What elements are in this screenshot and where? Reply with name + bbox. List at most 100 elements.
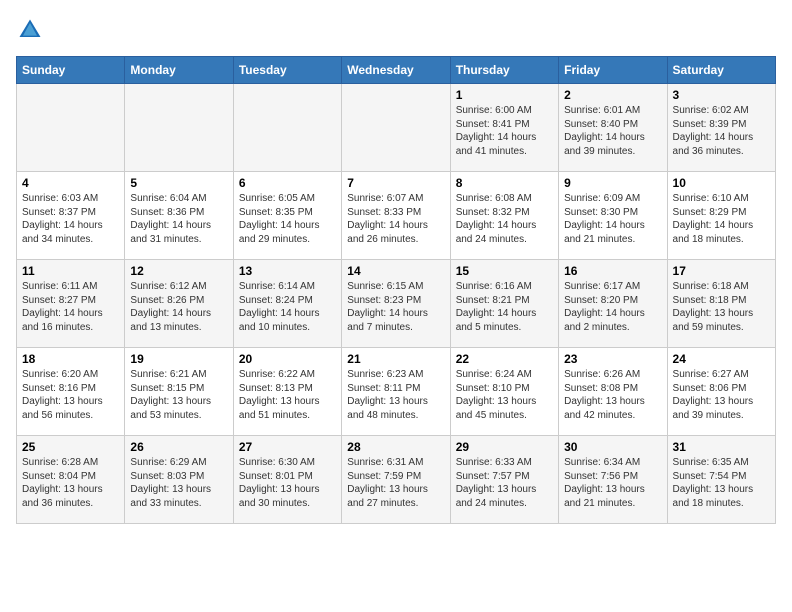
day-info: Sunrise: 6:07 AM Sunset: 8:33 PM Dayligh… [347,192,444,246]
calendar-cell: 15 Sunrise: 6:16 AM Sunset: 8:21 PM Dayli… [450,260,558,348]
day-number: 12 [130,264,227,278]
day-info: Sunrise: 6:11 AM Sunset: 8:27 PM Dayligh… [22,280,119,334]
calendar-cell: 4Sunrise: 6:03 AM Sunset: 8:37 PM Daylig… [17,172,125,260]
day-info: Sunrise: 6:10 AM Sunset: 8:29 PM Dayligh… [673,192,770,246]
calendar-table: SundayMondayTuesdayWednesdayThursdayFrid… [16,56,776,524]
calendar-cell [125,84,233,172]
day-number: 5 [130,176,227,190]
day-number: 19 [130,352,227,366]
calendar-week-4: 18Sunrise: 6:20 AM Sunset: 8:16 PM Dayli… [17,348,776,436]
calendar-week-5: 25 Sunrise: 6:28 AM Sunset: 8:04 PM Dayli… [17,436,776,524]
calendar-cell [233,84,341,172]
calendar-cell: 29Sunrise: 6:33 AM Sunset: 7:57 PM Dayli… [450,436,558,524]
day-number: 18 [22,352,119,366]
calendar-cell: 22 Sunrise: 6:24 AM Sunset: 8:10 PM Dayli… [450,348,558,436]
calendar-cell: 7 Sunrise: 6:07 AM Sunset: 8:33 PM Daylig… [342,172,450,260]
day-number: 15 [456,264,553,278]
calendar-week-2: 4Sunrise: 6:03 AM Sunset: 8:37 PM Daylig… [17,172,776,260]
page-header [16,16,776,44]
header-day-sunday: Sunday [17,57,125,84]
day-info: Sunrise: 6:23 AM Sunset: 8:11 PM Dayligh… [347,368,444,422]
header-day-friday: Friday [559,57,667,84]
header-day-monday: Monday [125,57,233,84]
calendar-cell: 13 Sunrise: 6:14 AM Sunset: 8:24 PM Dayli… [233,260,341,348]
day-number: 24 [673,352,770,366]
calendar-cell: 1 Sunrise: 6:00 AM Sunset: 8:41 PM Daylig… [450,84,558,172]
calendar-cell: 6Sunrise: 6:05 AM Sunset: 8:35 PM Daylig… [233,172,341,260]
day-number: 23 [564,352,661,366]
day-info: Sunrise: 6:34 AM Sunset: 7:56 PM Dayligh… [564,456,661,510]
day-info: Sunrise: 6:21 AM Sunset: 8:15 PM Dayligh… [130,368,227,422]
day-number: 22 [456,352,553,366]
calendar-week-1: 1 Sunrise: 6:00 AM Sunset: 8:41 PM Daylig… [17,84,776,172]
day-number: 17 [673,264,770,278]
header-day-tuesday: Tuesday [233,57,341,84]
header-day-thursday: Thursday [450,57,558,84]
day-info: Sunrise: 6:27 AM Sunset: 8:06 PM Dayligh… [673,368,770,422]
calendar-cell: 20Sunrise: 6:22 AM Sunset: 8:13 PM Dayli… [233,348,341,436]
day-info: Sunrise: 6:17 AM Sunset: 8:20 PM Dayligh… [564,280,661,334]
day-info: Sunrise: 6:24 AM Sunset: 8:10 PM Dayligh… [456,368,553,422]
calendar-cell: 11 Sunrise: 6:11 AM Sunset: 8:27 PM Dayli… [17,260,125,348]
calendar-cell: 9 Sunrise: 6:09 AM Sunset: 8:30 PM Daylig… [559,172,667,260]
calendar-week-3: 11 Sunrise: 6:11 AM Sunset: 8:27 PM Dayli… [17,260,776,348]
calendar-cell [342,84,450,172]
day-number: 2 [564,88,661,102]
day-info: Sunrise: 6:05 AM Sunset: 8:35 PM Dayligh… [239,192,336,246]
day-number: 31 [673,440,770,454]
day-number: 13 [239,264,336,278]
day-info: Sunrise: 6:35 AM Sunset: 7:54 PM Dayligh… [673,456,770,510]
calendar-cell: 17Sunrise: 6:18 AM Sunset: 8:18 PM Dayli… [667,260,775,348]
day-number: 10 [673,176,770,190]
day-number: 27 [239,440,336,454]
day-info: Sunrise: 6:01 AM Sunset: 8:40 PM Dayligh… [564,104,661,158]
day-info: Sunrise: 6:29 AM Sunset: 8:03 PM Dayligh… [130,456,227,510]
day-info: Sunrise: 6:22 AM Sunset: 8:13 PM Dayligh… [239,368,336,422]
day-info: Sunrise: 6:04 AM Sunset: 8:36 PM Dayligh… [130,192,227,246]
calendar-cell: 3 Sunrise: 6:02 AM Sunset: 8:39 PM Daylig… [667,84,775,172]
day-info: Sunrise: 6:02 AM Sunset: 8:39 PM Dayligh… [673,104,770,158]
day-number: 21 [347,352,444,366]
day-number: 9 [564,176,661,190]
day-number: 25 [22,440,119,454]
day-info: Sunrise: 6:14 AM Sunset: 8:24 PM Dayligh… [239,280,336,334]
calendar-cell: 19 Sunrise: 6:21 AM Sunset: 8:15 PM Dayli… [125,348,233,436]
day-info: Sunrise: 6:16 AM Sunset: 8:21 PM Dayligh… [456,280,553,334]
calendar-cell: 26 Sunrise: 6:29 AM Sunset: 8:03 PM Dayli… [125,436,233,524]
calendar-cell: 31 Sunrise: 6:35 AM Sunset: 7:54 PM Dayli… [667,436,775,524]
calendar-cell: 28Sunrise: 6:31 AM Sunset: 7:59 PM Dayli… [342,436,450,524]
calendar-cell: 25 Sunrise: 6:28 AM Sunset: 8:04 PM Dayli… [17,436,125,524]
day-info: Sunrise: 6:00 AM Sunset: 8:41 PM Dayligh… [456,104,553,158]
day-info: Sunrise: 6:08 AM Sunset: 8:32 PM Dayligh… [456,192,553,246]
calendar-cell: 23Sunrise: 6:26 AM Sunset: 8:08 PM Dayli… [559,348,667,436]
calendar-cell: 14 Sunrise: 6:15 AM Sunset: 8:23 PM Dayli… [342,260,450,348]
calendar-cell: 12Sunrise: 6:12 AM Sunset: 8:26 PM Dayli… [125,260,233,348]
day-number: 8 [456,176,553,190]
day-number: 1 [456,88,553,102]
calendar-cell [17,84,125,172]
calendar-cell: 30Sunrise: 6:34 AM Sunset: 7:56 PM Dayli… [559,436,667,524]
calendar-cell: 5 Sunrise: 6:04 AM Sunset: 8:36 PM Daylig… [125,172,233,260]
logo-icon [16,16,44,44]
day-number: 26 [130,440,227,454]
day-number: 11 [22,264,119,278]
day-number: 16 [564,264,661,278]
calendar-header: SundayMondayTuesdayWednesdayThursdayFrid… [17,57,776,84]
day-info: Sunrise: 6:15 AM Sunset: 8:23 PM Dayligh… [347,280,444,334]
day-number: 7 [347,176,444,190]
calendar-body: 1 Sunrise: 6:00 AM Sunset: 8:41 PM Daylig… [17,84,776,524]
day-number: 3 [673,88,770,102]
day-info: Sunrise: 6:28 AM Sunset: 8:04 PM Dayligh… [22,456,119,510]
calendar-cell: 8 Sunrise: 6:08 AM Sunset: 8:32 PM Daylig… [450,172,558,260]
calendar-cell: 24 Sunrise: 6:27 AM Sunset: 8:06 PM Dayli… [667,348,775,436]
day-info: Sunrise: 6:33 AM Sunset: 7:57 PM Dayligh… [456,456,553,510]
calendar-cell: 18Sunrise: 6:20 AM Sunset: 8:16 PM Dayli… [17,348,125,436]
calendar-cell: 27 Sunrise: 6:30 AM Sunset: 8:01 PM Dayli… [233,436,341,524]
header-day-saturday: Saturday [667,57,775,84]
day-info: Sunrise: 6:09 AM Sunset: 8:30 PM Dayligh… [564,192,661,246]
header-row: SundayMondayTuesdayWednesdayThursdayFrid… [17,57,776,84]
calendar-cell: 2 Sunrise: 6:01 AM Sunset: 8:40 PM Daylig… [559,84,667,172]
day-number: 14 [347,264,444,278]
day-info: Sunrise: 6:30 AM Sunset: 8:01 PM Dayligh… [239,456,336,510]
day-number: 28 [347,440,444,454]
